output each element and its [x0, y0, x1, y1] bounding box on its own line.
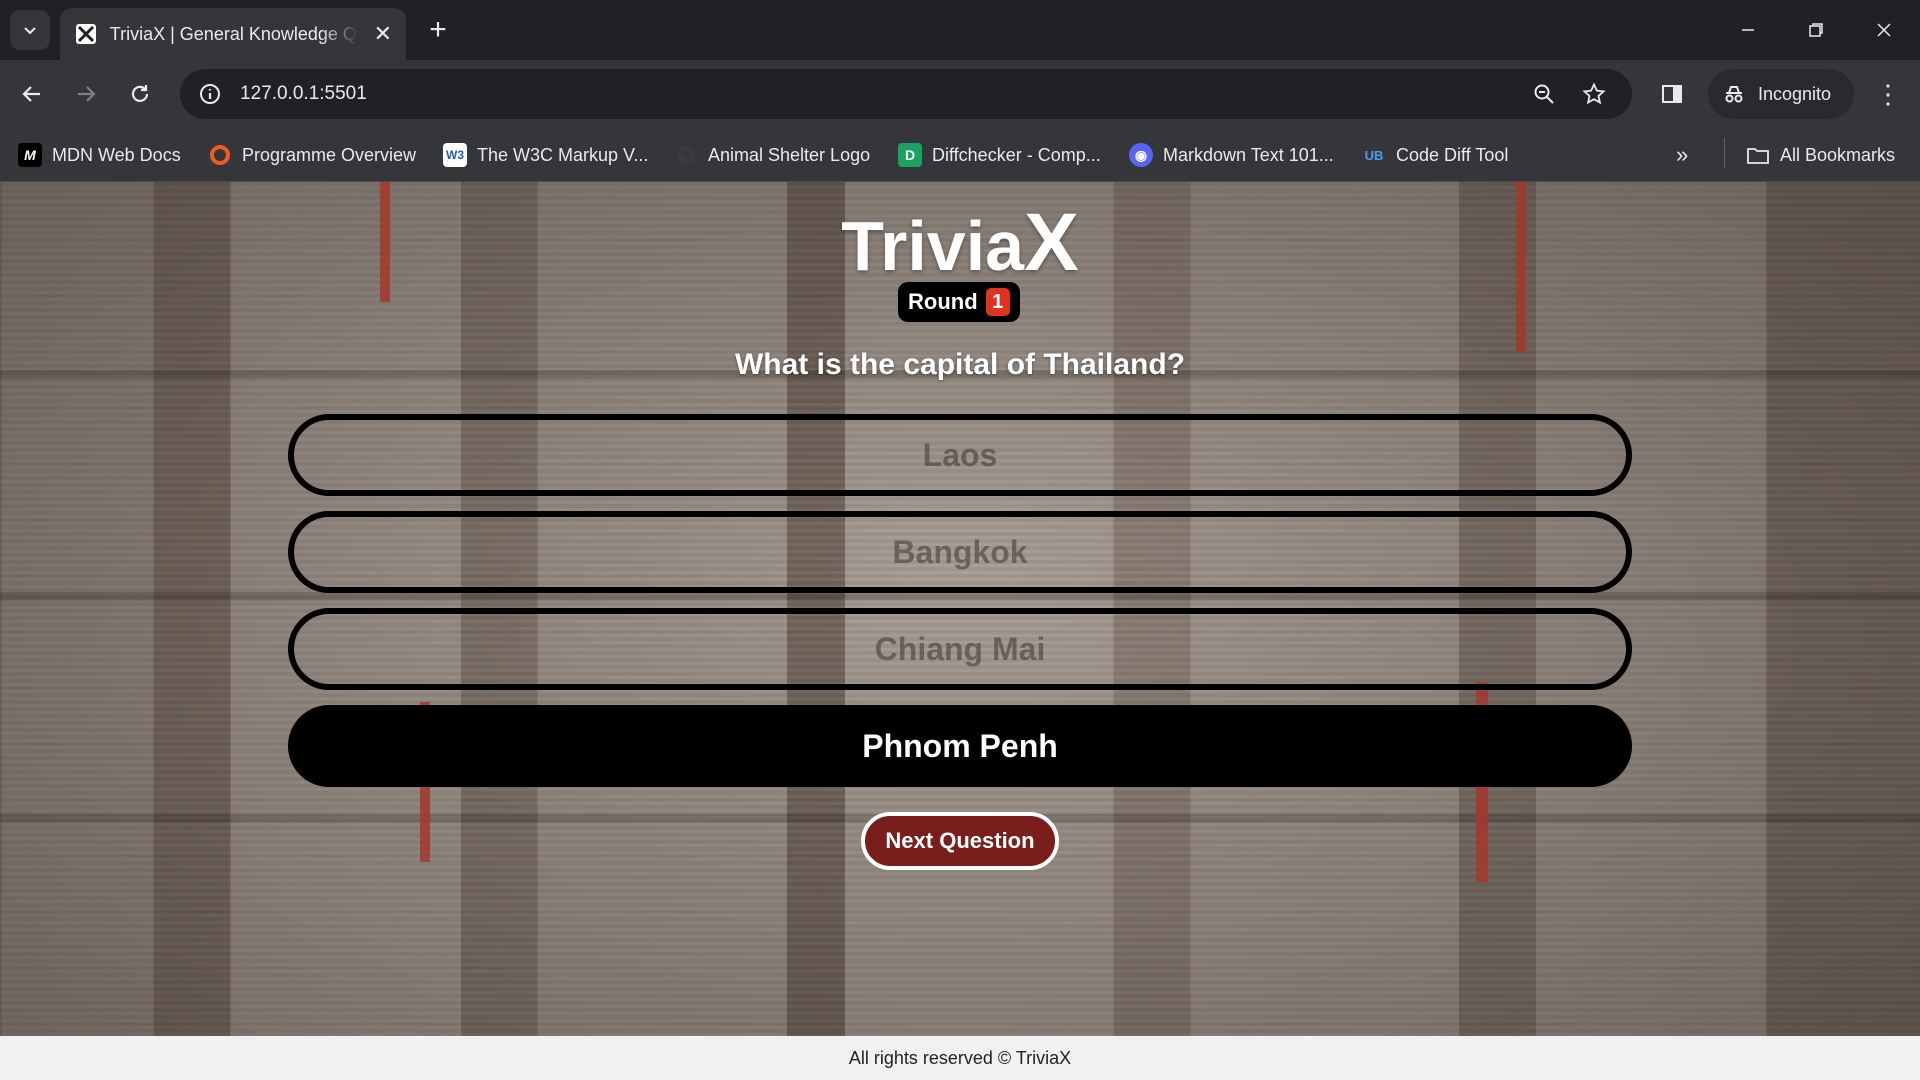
reload-icon	[131, 85, 149, 102]
round-number: 1	[985, 288, 1010, 316]
arrow-left-icon	[22, 86, 40, 102]
close-icon	[1877, 23, 1891, 37]
all-bookmarks-label: All Bookmarks	[1780, 144, 1896, 165]
minimize-icon	[1742, 29, 1754, 31]
incognito-indicator[interactable]: Incognito	[1708, 69, 1854, 119]
chevron-down-icon	[24, 27, 36, 35]
minimize-button[interactable]	[1714, 0, 1782, 60]
bookmark-label: Markdown Text 101...	[1163, 144, 1334, 165]
more-bookmarks-button[interactable]: »	[1676, 140, 1688, 170]
url-text[interactable]: 127.0.0.1:5501	[240, 83, 367, 105]
bookmarks-bar: M MDN Web Docs Programme Overview W3 The…	[0, 128, 1920, 182]
bookmark-animal-shelter[interactable]: Animal Shelter Logo	[674, 140, 870, 170]
answer-option-1[interactable]: Laos	[288, 414, 1632, 496]
all-bookmarks-button[interactable]: All Bookmarks	[1746, 140, 1895, 170]
double-chevron-right-icon: »	[1676, 142, 1689, 167]
next-question-button[interactable]: Next Question	[861, 812, 1059, 870]
footer-text: All rights reserved © TriviaX	[848, 1047, 1072, 1068]
restore-button[interactable]	[1782, 0, 1850, 60]
code-diff-icon: UB	[1364, 147, 1384, 163]
quiz-page: TriviaX Round 1 What is the capital of T…	[0, 182, 1920, 1036]
bookmark-label: Diffchecker - Comp...	[932, 144, 1101, 165]
close-tab-icon[interactable]: ✕	[374, 21, 392, 47]
page-footer: All rights reserved © TriviaX	[0, 1036, 1920, 1080]
bookmark-label: The W3C Markup V...	[477, 144, 649, 165]
triviax-favicon-icon	[74, 22, 98, 46]
close-window-button[interactable]	[1850, 0, 1918, 60]
site-info-icon[interactable]	[192, 76, 228, 112]
tab-search-button[interactable]	[10, 10, 50, 50]
round-label: Round	[908, 289, 978, 314]
round-badge: Round 1	[898, 282, 1020, 322]
bookmark-programme-overview[interactable]: Programme Overview	[208, 140, 416, 170]
incognito-label: Incognito	[1758, 83, 1832, 104]
bookmark-mdn[interactable]: M MDN Web Docs	[18, 140, 181, 170]
bookmark-label: Programme Overview	[242, 144, 417, 165]
bookmark-label: MDN Web Docs	[52, 144, 181, 165]
reload-button[interactable]	[120, 74, 160, 114]
zoom-icon[interactable]	[1526, 76, 1562, 112]
bookmark-star-icon[interactable]	[1576, 76, 1612, 112]
orange-circle-icon	[208, 143, 232, 167]
discord-icon: ◉	[1129, 143, 1153, 167]
tab-title: TriviaX | General Knowledge Quiz	[109, 23, 358, 44]
active-tab[interactable]: TriviaX | General Knowledge Quiz ✕	[60, 8, 406, 60]
new-tab-button[interactable]: +	[420, 12, 456, 48]
bookmark-label: Animal Shelter Logo	[708, 144, 871, 165]
w3c-icon: W3	[443, 143, 467, 167]
bookmark-diffchecker[interactable]: D Diffchecker - Comp...	[898, 140, 1101, 170]
back-button[interactable]	[12, 74, 52, 114]
logo-text: Trivia	[841, 207, 1025, 285]
answer-option-4[interactable]: Phnom Penh	[288, 705, 1632, 787]
logo-x: X	[1024, 197, 1079, 288]
bookmark-w3c[interactable]: W3 The W3C Markup V...	[443, 140, 648, 170]
address-bar[interactable]: 127.0.0.1:5501	[180, 69, 1632, 119]
bookmark-markdown[interactable]: ◉ Markdown Text 101...	[1129, 140, 1334, 170]
triviax-logo: TriviaX	[0, 196, 1920, 290]
mdn-icon: M	[18, 143, 42, 167]
side-panel-icon[interactable]	[1654, 76, 1690, 112]
browser-toolbar: 127.0.0.1:5501 Incognito ⋮	[0, 60, 1920, 128]
question-text: What is the capital of Thailand?	[734, 348, 1186, 381]
restore-icon	[1809, 23, 1823, 37]
incognito-icon	[1725, 86, 1743, 103]
diffchecker-icon: D	[898, 143, 922, 167]
forward-button[interactable]	[66, 74, 106, 114]
github-icon	[674, 143, 698, 167]
tab-strip: TriviaX | General Knowledge Quiz ✕ +	[0, 0, 1920, 60]
bookmark-code-diff[interactable]: UB Code Diff Tool	[1362, 140, 1509, 170]
folder-icon	[1746, 143, 1770, 167]
answer-option-2[interactable]: Bangkok	[288, 511, 1632, 593]
browser-menu-icon[interactable]: ⋮	[1870, 76, 1906, 112]
arrow-right-icon	[78, 86, 96, 102]
bookmarks-divider	[1724, 138, 1725, 168]
answer-option-3[interactable]: Chiang Mai	[288, 608, 1632, 690]
bookmark-label: Code Diff Tool	[1396, 144, 1509, 165]
